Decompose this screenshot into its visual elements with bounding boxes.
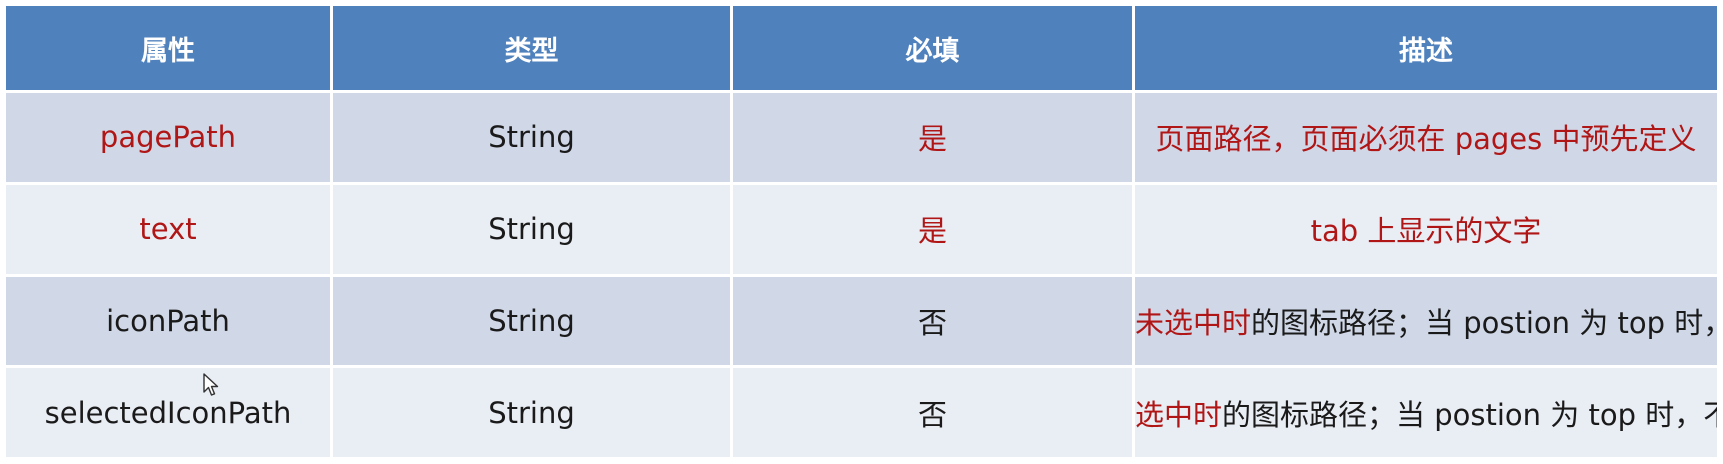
cell-required: 否 xyxy=(730,273,1135,369)
cell-required: 是 xyxy=(730,181,1135,277)
header-description: 描述 xyxy=(1132,3,1720,93)
description-text: 页面路径，页面必须在 pages 中预先定义 xyxy=(1155,122,1697,157)
table-body: pagePath String 是 页面路径，页面必须在 pages 中预先定义… xyxy=(3,90,1720,460)
description-text: 的图标路径；当 postion 为 top 时，不显示 icon xyxy=(1222,397,1715,432)
properties-table: 属性 类型 必填 描述 pagePath String 是 页面路径，页面必须在… xyxy=(3,3,1720,460)
description-text: tab 上显示的文字 xyxy=(1310,214,1542,249)
description-text: 的图标路径；当 postion 为 top 时，不显示 icon xyxy=(1251,305,1715,340)
cell-type: String xyxy=(330,181,733,277)
description-highlight: 未选中时 xyxy=(1135,305,1252,340)
cell-description: tab 上显示的文字 xyxy=(1132,181,1720,277)
header-required: 必填 xyxy=(730,3,1135,93)
cell-name: selectedIconPath xyxy=(3,365,333,460)
cell-name: text xyxy=(3,181,333,277)
cell-type: String xyxy=(330,365,733,460)
table-header: 属性 类型 必填 描述 xyxy=(3,3,1720,93)
description-highlight: 选中时 xyxy=(1135,397,1223,432)
cell-description: 未选中时的图标路径；当 postion 为 top 时，不显示 icon xyxy=(1132,273,1720,369)
property-table: 属性 类型 必填 描述 pagePath String 是 页面路径，页面必须在… xyxy=(3,3,1720,460)
header-attribute: 属性 xyxy=(3,3,333,93)
cell-type: String xyxy=(330,273,733,369)
cell-name: iconPath xyxy=(3,273,333,369)
cell-required: 是 xyxy=(730,90,1135,185)
cell-required: 否 xyxy=(730,365,1135,460)
table-row: iconPath String 否 未选中时的图标路径；当 postion 为 … xyxy=(3,273,1720,369)
cell-type: String xyxy=(330,90,733,185)
table-row: pagePath String 是 页面路径，页面必须在 pages 中预先定义 xyxy=(3,90,1720,185)
cell-description: 选中时的图标路径；当 postion 为 top 时，不显示 icon xyxy=(1132,365,1720,460)
table-row: selectedIconPath String 否 选中时的图标路径；当 pos… xyxy=(3,365,1720,460)
header-row: 属性 类型 必填 描述 xyxy=(3,3,1720,93)
cell-description: 页面路径，页面必须在 pages 中预先定义 xyxy=(1132,90,1720,185)
table-row: text String 是 tab 上显示的文字 xyxy=(3,181,1720,277)
header-type: 类型 xyxy=(330,3,733,93)
cell-name: pagePath xyxy=(3,90,333,185)
